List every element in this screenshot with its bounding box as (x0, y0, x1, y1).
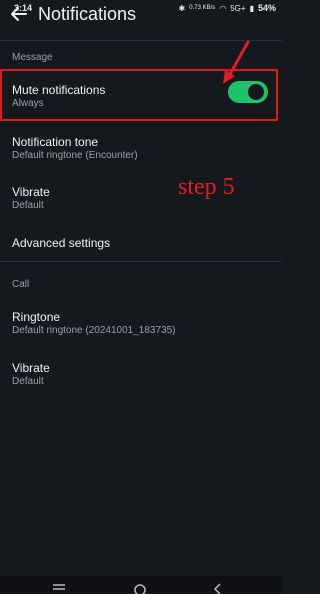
back-icon[interactable] (211, 582, 225, 594)
section-header-message: Message (12, 52, 53, 63)
app-bar: Notifications (0, 0, 282, 40)
back-arrow-icon[interactable] (10, 5, 28, 23)
menu-icon[interactable] (52, 582, 66, 594)
annotation-arrow-icon (223, 40, 250, 84)
notification-tone-title: Notification tone (12, 135, 99, 149)
vibrate-call-subtitle: Default (12, 376, 44, 387)
step-annotation: step 5 (178, 174, 235, 200)
advanced-settings-title: Advanced settings (12, 236, 111, 250)
section-header-call: Call (12, 279, 30, 290)
page-title: Notifications (38, 4, 137, 24)
notification-tone-subtitle: Default ringtone (Encounter) (12, 150, 138, 161)
ringtone-subtitle: Default ringtone (20241001_183735) (12, 325, 176, 336)
home-icon[interactable] (133, 582, 147, 594)
vibrate-subtitle: Default (12, 200, 44, 211)
section-divider (0, 261, 282, 262)
vibrate-title: Vibrate (12, 185, 50, 199)
ringtone-title: Ringtone (12, 310, 61, 324)
vibrate-call-title: Vibrate (12, 361, 50, 375)
